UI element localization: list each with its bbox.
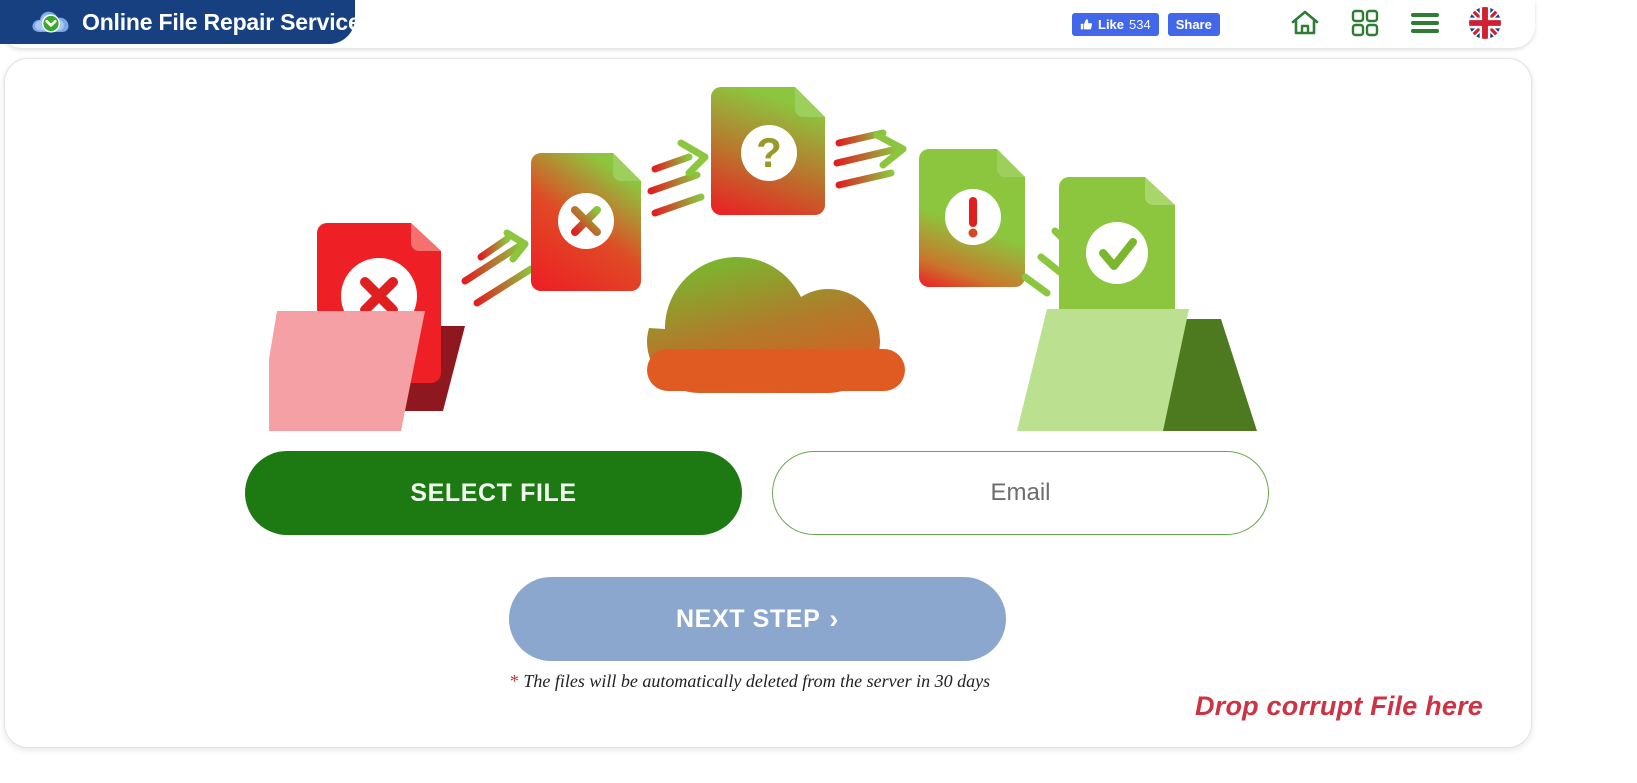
arrow-group-1 (461, 229, 535, 307)
arrow-group-3 (833, 129, 907, 189)
upload-controls-row: SELECT FILE (245, 451, 1269, 535)
drop-file-hint: Drop corrupt File here (1195, 691, 1483, 721)
page-header: Online File Repair Service Like 534 Shar… (0, 0, 1637, 50)
like-count: 534 (1129, 17, 1151, 32)
corrupt-folder (257, 223, 465, 431)
repaired-folder (1017, 177, 1257, 431)
thumbs-up-icon (1080, 18, 1093, 31)
home-icon[interactable] (1288, 6, 1322, 40)
question-document: ? (711, 87, 825, 215)
svg-text:?: ? (756, 129, 782, 176)
note-text: The files will be automatically deleted … (518, 671, 991, 691)
note-asterisk: * (509, 671, 519, 691)
main-content-card: ? SELECT FILE Email NEXT STEP › * The fi… (4, 58, 1532, 748)
warning-document (919, 149, 1025, 287)
cloud-check-logo-icon (30, 6, 72, 38)
hamburger-menu-icon[interactable] (1408, 6, 1442, 40)
gradient-document-x (531, 153, 641, 291)
next-step-label: NEXT STEP (676, 604, 821, 633)
share-label: Share (1175, 17, 1212, 32)
like-label: Like (1098, 17, 1125, 32)
header-icon-group (1288, 6, 1502, 40)
brand-logo-area[interactable]: Online File Repair Service (0, 0, 361, 44)
arrow-group-2 (647, 139, 709, 217)
brand-title: Online File Repair Service (82, 8, 361, 35)
file-repair-flow-illustration: ? (257, 81, 1269, 431)
next-step-button[interactable]: NEXT STEP › (509, 577, 1006, 661)
chevron-right-icon: › (829, 603, 839, 634)
facebook-like-button[interactable]: Like 534 (1072, 13, 1159, 36)
email-input[interactable] (772, 451, 1269, 535)
retention-note: * The files will be automatically delete… (5, 671, 1495, 692)
uk-flag-icon[interactable] (1468, 6, 1502, 40)
facebook-share-button[interactable]: Share (1167, 13, 1220, 36)
grid-apps-icon[interactable] (1348, 6, 1382, 40)
social-buttons: Like 534 Share (1072, 13, 1220, 36)
cloud (647, 257, 905, 393)
select-file-button[interactable]: SELECT FILE (245, 451, 742, 535)
